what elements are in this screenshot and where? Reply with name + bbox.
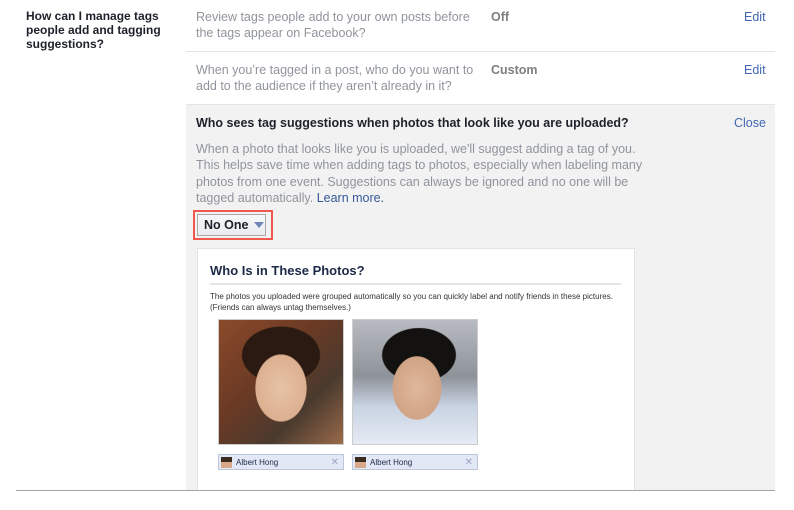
photo-thumbnail bbox=[218, 319, 344, 445]
learn-more-link[interactable]: Learn more. bbox=[317, 191, 384, 205]
audience-dropdown[interactable]: No One bbox=[197, 214, 266, 236]
preview-divider bbox=[210, 283, 621, 285]
photo-tag: Albert Hong ✕ bbox=[352, 454, 478, 470]
preview-description: The photos you uploaded were grouped aut… bbox=[210, 292, 613, 312]
close-icon[interactable]: ✕ bbox=[331, 457, 339, 468]
edit-link[interactable]: Edit bbox=[744, 10, 766, 24]
photo-tag: Albert Hong ✕ bbox=[218, 454, 344, 470]
close-icon[interactable]: ✕ bbox=[465, 457, 473, 468]
tag-name: Albert Hong bbox=[236, 457, 279, 467]
section-bottom-divider bbox=[16, 490, 775, 491]
setting-title: Who sees tag suggestions when photos tha… bbox=[196, 116, 629, 130]
row-value: Off bbox=[491, 10, 510, 24]
chevron-down-icon bbox=[254, 222, 265, 228]
edit-link[interactable]: Edit bbox=[744, 63, 766, 77]
tag-name: Albert Hong bbox=[370, 457, 413, 467]
close-link[interactable]: Close bbox=[734, 116, 766, 130]
row-value: Custom bbox=[491, 63, 538, 77]
row-description: When you’re tagged in a post, who do you… bbox=[196, 63, 474, 93]
preview-title: Who Is in These Photos? bbox=[210, 263, 365, 278]
dropdown-selected-value: No One bbox=[204, 218, 249, 232]
row-divider bbox=[186, 51, 775, 52]
section-label: How can I manage tags people add and tag… bbox=[26, 9, 161, 51]
photo-thumbnail bbox=[352, 319, 478, 445]
avatar bbox=[221, 456, 232, 468]
row-description: Review tags people add to your own posts… bbox=[196, 10, 470, 40]
avatar bbox=[355, 456, 366, 468]
setting-description-text: When a photo that looks like you is uplo… bbox=[196, 142, 643, 205]
setting-description: When a photo that looks like you is uplo… bbox=[196, 141, 646, 206]
